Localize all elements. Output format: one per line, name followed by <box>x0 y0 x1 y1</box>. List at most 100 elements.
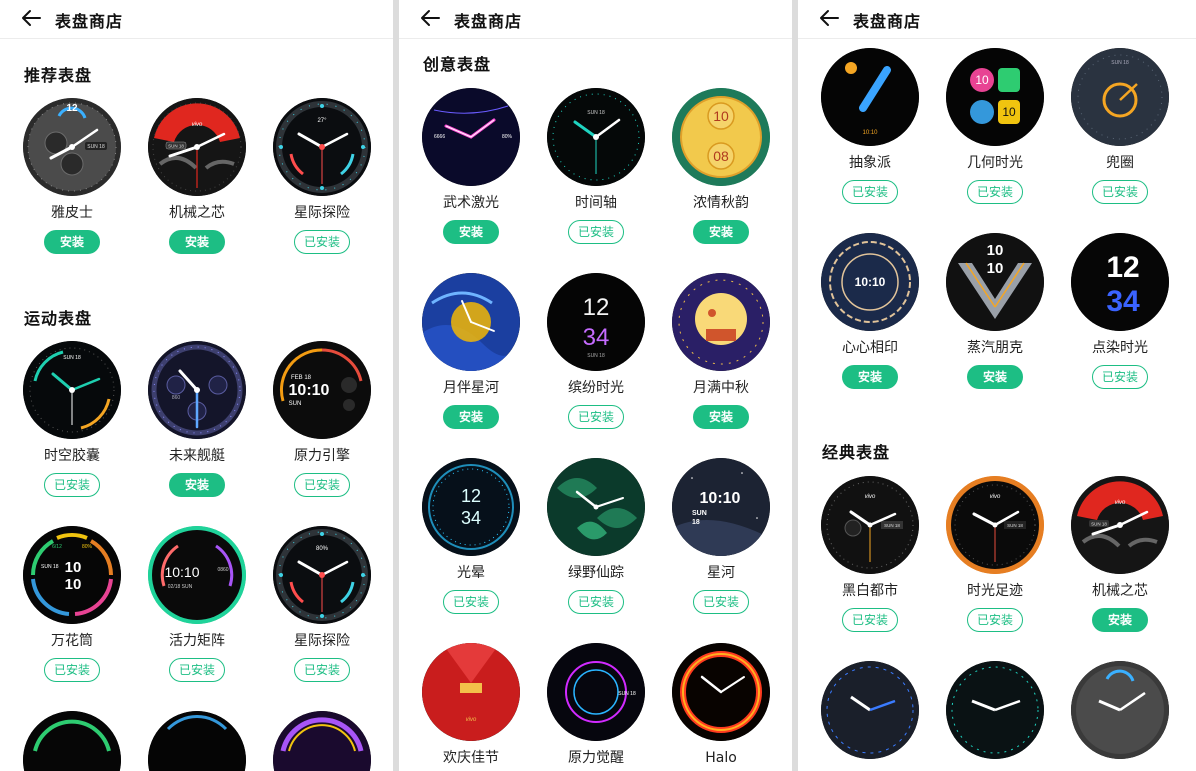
install-button[interactable]: 安装 <box>169 230 225 254</box>
installed-button[interactable]: 已安装 <box>1092 180 1148 204</box>
installed-button[interactable]: 已安装 <box>842 608 898 632</box>
watchface-card <box>142 711 252 771</box>
install-button[interactable]: 安装 <box>967 365 1023 389</box>
face-steps: 0860 <box>217 567 228 573</box>
watchface-preview[interactable]: 10 10 <box>946 233 1044 331</box>
back-arrow-icon[interactable] <box>419 7 441 29</box>
watchface-preview[interactable]: 10:10 SUN 18 <box>672 458 770 556</box>
installed-button[interactable]: 已安装 <box>294 230 350 254</box>
watchface-name: 月伴星河 <box>443 380 499 396</box>
watchface-preview[interactable] <box>23 711 121 771</box>
face-date: 6/12 <box>52 544 62 550</box>
watchface-preview[interactable]: 10:10 02/18 SUN 0860 <box>148 526 246 624</box>
face-hour: 10 <box>987 242 1004 259</box>
watchface-name: 光晕 <box>457 565 485 581</box>
face-date: SUN 18 <box>1007 523 1023 528</box>
face-minute: 34 <box>583 324 610 351</box>
watchface-preview[interactable]: 10:10 <box>821 233 919 331</box>
store-panel-1: 表盘商店 推荐表盘 12 SUN 18 雅皮士 安装 12 vivo SUN 1… <box>0 0 393 771</box>
watchface-preview[interactable] <box>273 711 371 771</box>
installed-button[interactable]: 已安装 <box>169 658 225 682</box>
face-date: SUN 18 <box>63 355 81 361</box>
watchface-preview[interactable]: SUN 18 <box>547 88 645 186</box>
back-arrow-icon[interactable] <box>818 7 840 29</box>
watchface-name: 未来舰艇 <box>169 448 225 464</box>
watchface-card: FEB 18 10:10 SUN 原力引擎 已安装 <box>267 341 377 497</box>
watchface-card: vivo 欢庆佳节 <box>416 643 526 767</box>
watchface-preview[interactable] <box>946 661 1044 759</box>
face-minute: 10 <box>65 576 82 593</box>
watchface-card: 月满中秋 安装 <box>666 273 776 429</box>
face-hour: 10 <box>65 559 82 576</box>
watchface-name: 月满中秋 <box>693 380 749 396</box>
watchface-preview[interactable]: 12 vivo SUN 18 <box>148 98 246 196</box>
installed-button[interactable]: 已安装 <box>967 180 1023 204</box>
face-minute: 34 <box>1106 285 1140 318</box>
face-time: 10:10 <box>164 564 199 580</box>
installed-button[interactable]: 已安装 <box>568 220 624 244</box>
installed-button[interactable]: 已安装 <box>1092 365 1148 389</box>
watchface-card: 6666 80% 武术激光 安装 <box>416 88 526 244</box>
watchface-preview[interactable]: vivo SUN 18 <box>821 476 919 574</box>
installed-button[interactable]: 已安装 <box>44 658 100 682</box>
installed-button[interactable]: 已安装 <box>44 473 100 497</box>
watchface-card: 12 vivo SUN 18 机械之芯 安装 <box>142 98 252 254</box>
watchface-card: SUN 18 兜圈 已安装 <box>1065 48 1175 204</box>
face-minute: 10 <box>1002 105 1016 119</box>
watchface-name: 几何时光 <box>967 155 1023 171</box>
watchface-preview[interactable]: SUN 18 <box>547 643 645 741</box>
watchface-preview[interactable]: SUN 18 <box>1071 48 1169 146</box>
installed-button[interactable]: 已安装 <box>443 590 499 614</box>
install-button[interactable]: 安装 <box>169 473 225 497</box>
watchface-preview[interactable]: 12 34 <box>1071 233 1169 331</box>
watchface-preview[interactable] <box>672 643 770 741</box>
installed-button[interactable]: 已安装 <box>568 405 624 429</box>
watchface-preview[interactable] <box>547 458 645 556</box>
install-button[interactable]: 安装 <box>693 405 749 429</box>
watchface-card: vivo SUN 18 时光足迹 已安装 <box>940 476 1050 632</box>
watchface-preview[interactable] <box>148 711 246 771</box>
watchface-preview[interactable]: 10 10 <box>946 48 1044 146</box>
watchface-preview[interactable]: 6666 80% <box>422 88 520 186</box>
watchface-preview[interactable]: 10:10 <box>821 48 919 146</box>
install-button[interactable]: 安装 <box>44 230 100 254</box>
watchface-preview[interactable]: vivo <box>422 643 520 741</box>
watchface-preview[interactable]: 12 34 <box>422 458 520 556</box>
watchface-preview[interactable]: 6/12 80% SUN 18 10 10 <box>23 526 121 624</box>
watchface-preview[interactable]: 12 SUN 18 <box>23 98 121 196</box>
installed-button[interactable]: 已安装 <box>842 180 898 204</box>
face-date: SUN 18 <box>618 691 636 697</box>
watchface-preview[interactable]: 860 <box>148 341 246 439</box>
installed-button[interactable]: 已安装 <box>967 608 1023 632</box>
watchface-preview[interactable] <box>672 273 770 371</box>
face-brand: vivo <box>1115 500 1126 506</box>
watchface-preview[interactable] <box>821 661 919 759</box>
watchface-name: 点染时光 <box>1092 340 1148 356</box>
watchface-preview[interactable] <box>422 273 520 371</box>
watchface-preview[interactable]: 27° <box>273 98 371 196</box>
face-date: FEB 18 <box>291 375 312 381</box>
installed-button[interactable]: 已安装 <box>693 590 749 614</box>
install-button[interactable]: 安装 <box>1092 608 1148 632</box>
installed-button[interactable]: 已安装 <box>294 473 350 497</box>
watchface-preview[interactable]: 12 34 SUN 18 <box>547 273 645 371</box>
watchface-card: SUN 18 原力觉醒 <box>541 643 651 767</box>
watchface-preview[interactable]: FEB 18 10:10 SUN <box>273 341 371 439</box>
install-button[interactable]: 安装 <box>842 365 898 389</box>
face-brand: vivo <box>192 122 203 128</box>
back-arrow-icon[interactable] <box>20 7 42 29</box>
watchface-card <box>815 661 925 759</box>
watchface-preview[interactable]: 80% <box>273 526 371 624</box>
installed-button[interactable]: 已安装 <box>294 658 350 682</box>
watchface-preview[interactable]: SUN 18 <box>23 341 121 439</box>
install-button[interactable]: 安装 <box>443 405 499 429</box>
watchface-card: 860 未来舰艇 安装 <box>142 341 252 497</box>
watchface-preview[interactable] <box>1071 661 1169 759</box>
install-button[interactable]: 安装 <box>693 220 749 244</box>
watchface-preview[interactable]: vivo SUN 18 <box>946 476 1044 574</box>
install-button[interactable]: 安装 <box>443 220 499 244</box>
watchface-preview[interactable]: vivo SUN 18 <box>1071 476 1169 574</box>
section-title-creative: 创意表盘 <box>423 55 492 74</box>
watchface-preview[interactable]: 10 08 <box>672 88 770 186</box>
installed-button[interactable]: 已安装 <box>568 590 624 614</box>
